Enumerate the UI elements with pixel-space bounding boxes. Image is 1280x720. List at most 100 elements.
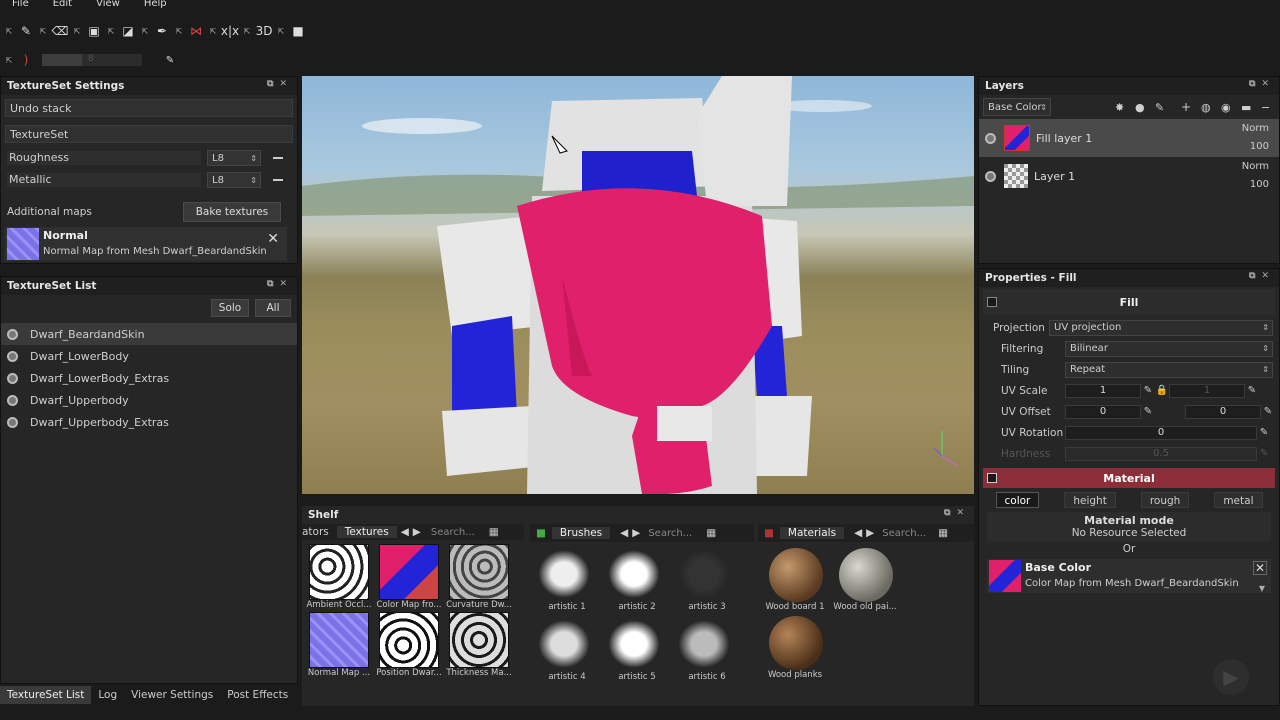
textures-search[interactable]: Search... (431, 527, 475, 538)
material-enable-checkbox[interactable] (987, 473, 997, 483)
shelf-material-item[interactable]: Wood board 1 (762, 548, 830, 612)
remove-base-color-close-icon[interactable]: ✕ (1253, 561, 1267, 575)
expand-chevron-down-icon[interactable]: ▼ (1259, 584, 1265, 593)
camera-icon[interactable]: ■ (288, 21, 308, 41)
brushes-search[interactable]: Search... (648, 528, 692, 539)
list-item[interactable]: Dwarf_BeardandSkin (1, 323, 297, 345)
textureset-field[interactable]: TextureSet (5, 125, 293, 143)
list-item[interactable]: Dwarf_Upperbody (1, 389, 297, 411)
visibility-toggle[interactable] (7, 328, 18, 340)
toolbar-expand-icon[interactable]: ⇱ (242, 21, 252, 41)
3d-viewport[interactable] (302, 76, 974, 494)
add-smart-icon[interactable]: ◉ (1221, 101, 1231, 114)
size-slider[interactable]: 8 (42, 54, 142, 66)
toolbar-expand-icon[interactable]: ⇱ (72, 21, 82, 41)
panel-controls[interactable]: ⧉✕ (944, 508, 970, 518)
symmetry-axis-icon[interactable]: x|x (220, 21, 240, 41)
toolbar-expand-icon[interactable]: ⇱ (208, 21, 218, 41)
textureset-row[interactable]: TextureSet (1, 123, 297, 145)
shelf-texture-item[interactable]: Color Map fro... (376, 544, 444, 610)
layer-blend[interactable]: Norm (1242, 161, 1269, 172)
size-pencil-icon[interactable]: ✎ (160, 50, 180, 70)
add-fill-icon[interactable]: ◍ (1201, 101, 1211, 114)
panel-controls[interactable]: ⧉✕ (267, 79, 293, 89)
toolbar-expand-icon[interactable]: ⇱ (276, 21, 286, 41)
layer-blend[interactable]: Norm (1242, 123, 1269, 134)
visibility-toggle[interactable] (7, 394, 18, 406)
projection-select[interactable]: UV projection (1049, 319, 1273, 336)
add-mask-icon[interactable]: ● (1135, 101, 1145, 114)
materials-search[interactable]: Search... (882, 528, 926, 539)
bake-textures-button[interactable]: Bake textures (183, 202, 281, 222)
channel-rough-toggle[interactable]: rough (1140, 492, 1190, 508)
shelf-brush-item[interactable]: artistic 1 (534, 546, 602, 612)
add-layer-icon[interactable]: + (1181, 100, 1191, 114)
menu-help[interactable]: Help (132, 0, 179, 10)
shelf-texture-item[interactable]: Position Dwar... (376, 612, 444, 678)
eraser-icon[interactable]: ⌫ (50, 21, 70, 41)
uv-scale-b-slider[interactable]: 1 (1169, 383, 1245, 398)
grid-view-icon[interactable]: ▦ (706, 527, 716, 539)
edit-pencil-icon[interactable]: ✎ (1245, 384, 1259, 398)
shelf-brush-item[interactable]: artistic 5 (604, 616, 672, 682)
delete-layer-icon[interactable]: − (1261, 101, 1270, 114)
shelf-texture-item[interactable]: Normal Map ... (306, 612, 374, 678)
prev-arrow-icon[interactable]: ◀ (854, 527, 862, 539)
brush-stroke-icon[interactable]: ) (16, 50, 36, 70)
base-color-item[interactable]: Base Color Color Map from Mesh Dwarf_Bea… (987, 559, 1271, 593)
tab-viewer-settings[interactable]: Viewer Settings (124, 686, 220, 704)
shelf-material-item[interactable]: Wood planks (762, 616, 830, 680)
tab-materials[interactable]: Materials (779, 527, 845, 539)
shelf-texture-item[interactable]: Ambient Occl... (306, 544, 374, 610)
panel-controls[interactable]: ⧉✕ (1249, 79, 1275, 89)
channel-color-toggle[interactable]: color (995, 492, 1040, 508)
roughness-format-select[interactable]: L8 (207, 150, 261, 166)
tab-brushes[interactable]: Brushes (551, 527, 611, 539)
menu-file[interactable]: File (0, 0, 41, 10)
uv-offset-a-slider[interactable]: 0 (1065, 404, 1141, 419)
shelf-texture-item[interactable]: Thickness Ma... (446, 612, 514, 678)
fill-enable-checkbox[interactable] (987, 297, 997, 307)
layer-opacity[interactable]: 100 (1250, 179, 1269, 190)
list-item[interactable]: Dwarf_LowerBody_Extras (1, 367, 297, 389)
toolbar-expand-icon[interactable]: ⇱ (106, 21, 116, 41)
toolbar-expand-icon[interactable]: ⇱ (140, 21, 150, 41)
filtering-select[interactable]: Bilinear (1065, 340, 1273, 357)
toolbar-expand-icon[interactable]: ⇱ (4, 21, 14, 41)
toolbar-expand-icon[interactable]: ⇱ (38, 21, 48, 41)
visibility-toggle[interactable] (7, 372, 18, 384)
tab-log[interactable]: Log (91, 686, 124, 704)
shelf-brush-item[interactable]: artistic 3 (674, 546, 742, 612)
next-arrow-icon[interactable]: ▶ (866, 527, 874, 539)
polygon-fill-icon[interactable]: ◪ (118, 21, 138, 41)
paint-brush-icon[interactable]: ✎ (16, 21, 36, 41)
shelf-brush-item[interactable]: artistic 6 (674, 616, 742, 682)
all-button[interactable]: All (255, 299, 291, 317)
toolbar-expand-icon[interactable]: ⇱ (174, 21, 184, 41)
menu-edit[interactable]: Edit (41, 0, 84, 10)
edit-pencil-icon[interactable]: ✎ (1141, 384, 1155, 398)
visibility-toggle[interactable] (7, 416, 18, 428)
grid-view-icon[interactable]: ▦ (489, 526, 499, 538)
layer-row[interactable]: Layer 1 Norm 100 (979, 157, 1279, 195)
edit-pencil-icon[interactable]: ✎ (1257, 426, 1271, 440)
tab-textureset-list[interactable]: TextureSet List (0, 686, 92, 704)
grid-view-icon[interactable]: ▦ (938, 527, 948, 539)
layer-row[interactable]: Fill layer 1 Norm 100 (979, 119, 1279, 157)
edit-pencil-icon[interactable]: ✎ (1261, 405, 1275, 419)
remove-roughness-button[interactable] (273, 157, 283, 159)
channel-metal-toggle[interactable]: metal (1214, 492, 1263, 508)
layer-visibility-toggle[interactable] (985, 132, 996, 144)
tiling-select[interactable]: Repeat (1065, 361, 1273, 378)
normal-map-item[interactable]: Normal Normal Map from Mesh Dwarf_Bearda… (5, 227, 287, 261)
uv-offset-b-slider[interactable]: 0 (1185, 404, 1261, 419)
tab-generators[interactable]: ators (302, 526, 337, 538)
list-item[interactable]: Dwarf_Upperbody_Extras (1, 411, 297, 433)
prev-arrow-icon[interactable]: ◀ (401, 526, 409, 538)
next-arrow-icon[interactable]: ▶ (413, 526, 421, 538)
remove-normal-close-icon[interactable]: ✕ (267, 231, 279, 247)
metallic-format-select[interactable]: L8 (207, 172, 261, 188)
symmetry-icon[interactable]: ⋈ (186, 21, 206, 41)
edit-pencil-icon[interactable]: ✎ (1141, 405, 1155, 419)
undo-stack-row[interactable]: Undo stack (1, 97, 297, 119)
